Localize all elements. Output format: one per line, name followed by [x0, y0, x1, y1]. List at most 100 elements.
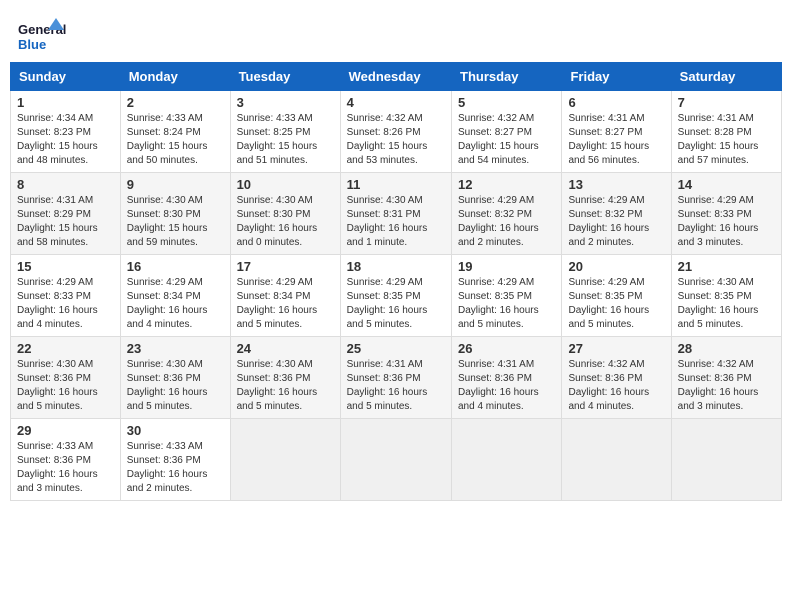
day-number: 21 [678, 259, 775, 274]
calendar-cell: 26 Sunrise: 4:31 AM Sunset: 8:36 PM Dayli… [452, 337, 562, 419]
day-info: Sunrise: 4:29 AM Sunset: 8:35 PM Dayligh… [568, 276, 664, 332]
calendar-cell: 8 Sunrise: 4:31 AM Sunset: 8:29 PM Daylig… [11, 173, 121, 255]
day-info: Sunrise: 4:31 AM Sunset: 8:36 PM Dayligh… [458, 358, 555, 414]
calendar-week-4: 22 Sunrise: 4:30 AM Sunset: 8:36 PM Dayli… [11, 337, 782, 419]
weekday-header-sunday: Sunday [11, 63, 121, 91]
calendar-cell: 16 Sunrise: 4:29 AM Sunset: 8:34 PM Dayli… [120, 255, 230, 337]
calendar-header: SundayMondayTuesdayWednesdayThursdayFrid… [11, 63, 782, 91]
calendar-cell: 14 Sunrise: 4:29 AM Sunset: 8:33 PM Dayli… [671, 173, 781, 255]
day-number: 24 [237, 341, 334, 356]
weekday-header-wednesday: Wednesday [340, 63, 451, 91]
day-info: Sunrise: 4:29 AM Sunset: 8:32 PM Dayligh… [568, 194, 664, 250]
day-number: 18 [347, 259, 445, 274]
day-info: Sunrise: 4:30 AM Sunset: 8:30 PM Dayligh… [127, 194, 224, 250]
page-header: General Blue [10, 10, 782, 58]
day-number: 6 [568, 95, 664, 110]
day-info: Sunrise: 4:32 AM Sunset: 8:36 PM Dayligh… [678, 358, 775, 414]
calendar-cell: 24 Sunrise: 4:30 AM Sunset: 8:36 PM Dayli… [230, 337, 340, 419]
calendar-cell [562, 419, 671, 501]
day-number: 14 [678, 177, 775, 192]
day-info: Sunrise: 4:29 AM Sunset: 8:32 PM Dayligh… [458, 194, 555, 250]
day-number: 2 [127, 95, 224, 110]
calendar-cell: 27 Sunrise: 4:32 AM Sunset: 8:36 PM Dayli… [562, 337, 671, 419]
calendar-cell [671, 419, 781, 501]
calendar-cell: 17 Sunrise: 4:29 AM Sunset: 8:34 PM Dayli… [230, 255, 340, 337]
calendar-cell: 4 Sunrise: 4:32 AM Sunset: 8:26 PM Daylig… [340, 91, 451, 173]
day-info: Sunrise: 4:31 AM Sunset: 8:28 PM Dayligh… [678, 112, 775, 168]
calendar-cell: 25 Sunrise: 4:31 AM Sunset: 8:36 PM Dayli… [340, 337, 451, 419]
day-number: 27 [568, 341, 664, 356]
day-number: 28 [678, 341, 775, 356]
day-number: 15 [17, 259, 114, 274]
calendar-cell: 18Sunrise: 4:29 AM Sunset: 8:35 PM Dayli… [340, 255, 451, 337]
calendar-cell: 19Sunrise: 4:29 AM Sunset: 8:35 PM Dayli… [452, 255, 562, 337]
day-info: Sunrise: 4:29 AM Sunset: 8:33 PM Dayligh… [17, 276, 114, 332]
day-info: Sunrise: 4:32 AM Sunset: 8:27 PM Dayligh… [458, 112, 555, 168]
day-number: 12 [458, 177, 555, 192]
calendar-cell: 29Sunrise: 4:33 AM Sunset: 8:36 PM Dayli… [11, 419, 121, 501]
day-info: Sunrise: 4:30 AM Sunset: 8:35 PM Dayligh… [678, 276, 775, 332]
day-number: 20 [568, 259, 664, 274]
calendar-cell: 30Sunrise: 4:33 AM Sunset: 8:36 PM Dayli… [120, 419, 230, 501]
calendar-week-1: 1 Sunrise: 4:34 AM Sunset: 8:23 PM Daylig… [11, 91, 782, 173]
day-number: 9 [127, 177, 224, 192]
weekday-header-monday: Monday [120, 63, 230, 91]
calendar-cell: 12 Sunrise: 4:29 AM Sunset: 8:32 PM Dayli… [452, 173, 562, 255]
day-number: 22 [17, 341, 114, 356]
calendar-cell: 7 Sunrise: 4:31 AM Sunset: 8:28 PM Daylig… [671, 91, 781, 173]
day-info: Sunrise: 4:29 AM Sunset: 8:33 PM Dayligh… [678, 194, 775, 250]
calendar-cell: 21 Sunrise: 4:30 AM Sunset: 8:35 PM Dayli… [671, 255, 781, 337]
calendar-cell: 9 Sunrise: 4:30 AM Sunset: 8:30 PM Daylig… [120, 173, 230, 255]
calendar-cell [452, 419, 562, 501]
day-info: Sunrise: 4:30 AM Sunset: 8:31 PM Dayligh… [347, 194, 445, 250]
calendar-week-3: 15 Sunrise: 4:29 AM Sunset: 8:33 PM Dayli… [11, 255, 782, 337]
day-number: 26 [458, 341, 555, 356]
day-info: Sunrise: 4:33 AM Sunset: 8:24 PM Dayligh… [127, 112, 224, 168]
calendar-cell: 5 Sunrise: 4:32 AM Sunset: 8:27 PM Daylig… [452, 91, 562, 173]
day-number: 19 [458, 259, 555, 274]
day-number: 29 [17, 423, 114, 438]
calendar-cell: 20 Sunrise: 4:29 AM Sunset: 8:35 PM Dayli… [562, 255, 671, 337]
day-number: 8 [17, 177, 114, 192]
day-info: Sunrise: 4:31 AM Sunset: 8:29 PM Dayligh… [17, 194, 114, 250]
calendar-cell: 28 Sunrise: 4:32 AM Sunset: 8:36 PM Dayli… [671, 337, 781, 419]
calendar-cell: 11 Sunrise: 4:30 AM Sunset: 8:31 PM Dayli… [340, 173, 451, 255]
weekday-header-tuesday: Tuesday [230, 63, 340, 91]
calendar-cell [230, 419, 340, 501]
day-number: 11 [347, 177, 445, 192]
day-info: Sunrise: 4:30 AM Sunset: 8:36 PM Dayligh… [17, 358, 114, 414]
day-number: 25 [347, 341, 445, 356]
logo-svg: General Blue [18, 16, 68, 58]
day-info: Sunrise: 4:31 AM Sunset: 8:27 PM Dayligh… [568, 112, 664, 168]
calendar-cell: 10Sunrise: 4:30 AM Sunset: 8:30 PM Dayli… [230, 173, 340, 255]
weekday-header-saturday: Saturday [671, 63, 781, 91]
day-info: Sunrise: 4:34 AM Sunset: 8:23 PM Dayligh… [17, 112, 114, 168]
calendar-cell: 1 Sunrise: 4:34 AM Sunset: 8:23 PM Daylig… [11, 91, 121, 173]
calendar-cell: 3 Sunrise: 4:33 AM Sunset: 8:25 PM Daylig… [230, 91, 340, 173]
day-number: 5 [458, 95, 555, 110]
day-number: 17 [237, 259, 334, 274]
calendar-cell: 22 Sunrise: 4:30 AM Sunset: 8:36 PM Dayli… [11, 337, 121, 419]
svg-text:Blue: Blue [18, 37, 46, 52]
day-info: Sunrise: 4:29 AM Sunset: 8:34 PM Dayligh… [237, 276, 334, 332]
day-info: Sunrise: 4:29 AM Sunset: 8:34 PM Dayligh… [127, 276, 224, 332]
calendar-cell: 2 Sunrise: 4:33 AM Sunset: 8:24 PM Daylig… [120, 91, 230, 173]
day-number: 1 [17, 95, 114, 110]
calendar-cell: 15 Sunrise: 4:29 AM Sunset: 8:33 PM Dayli… [11, 255, 121, 337]
weekday-header-thursday: Thursday [452, 63, 562, 91]
day-number: 23 [127, 341, 224, 356]
day-number: 3 [237, 95, 334, 110]
calendar-week-2: 8 Sunrise: 4:31 AM Sunset: 8:29 PM Daylig… [11, 173, 782, 255]
day-info: Sunrise: 4:30 AM Sunset: 8:36 PM Dayligh… [237, 358, 334, 414]
calendar-cell: 6 Sunrise: 4:31 AM Sunset: 8:27 PM Daylig… [562, 91, 671, 173]
day-number: 10 [237, 177, 334, 192]
day-number: 16 [127, 259, 224, 274]
calendar-week-5: 29Sunrise: 4:33 AM Sunset: 8:36 PM Dayli… [11, 419, 782, 501]
day-number: 4 [347, 95, 445, 110]
day-info: Sunrise: 4:32 AM Sunset: 8:36 PM Dayligh… [568, 358, 664, 414]
day-info: Sunrise: 4:32 AM Sunset: 8:26 PM Dayligh… [347, 112, 445, 168]
calendar-body: 1 Sunrise: 4:34 AM Sunset: 8:23 PM Daylig… [11, 91, 782, 501]
day-number: 7 [678, 95, 775, 110]
day-info: Sunrise: 4:33 AM Sunset: 8:25 PM Dayligh… [237, 112, 334, 168]
day-info: Sunrise: 4:31 AM Sunset: 8:36 PM Dayligh… [347, 358, 445, 414]
